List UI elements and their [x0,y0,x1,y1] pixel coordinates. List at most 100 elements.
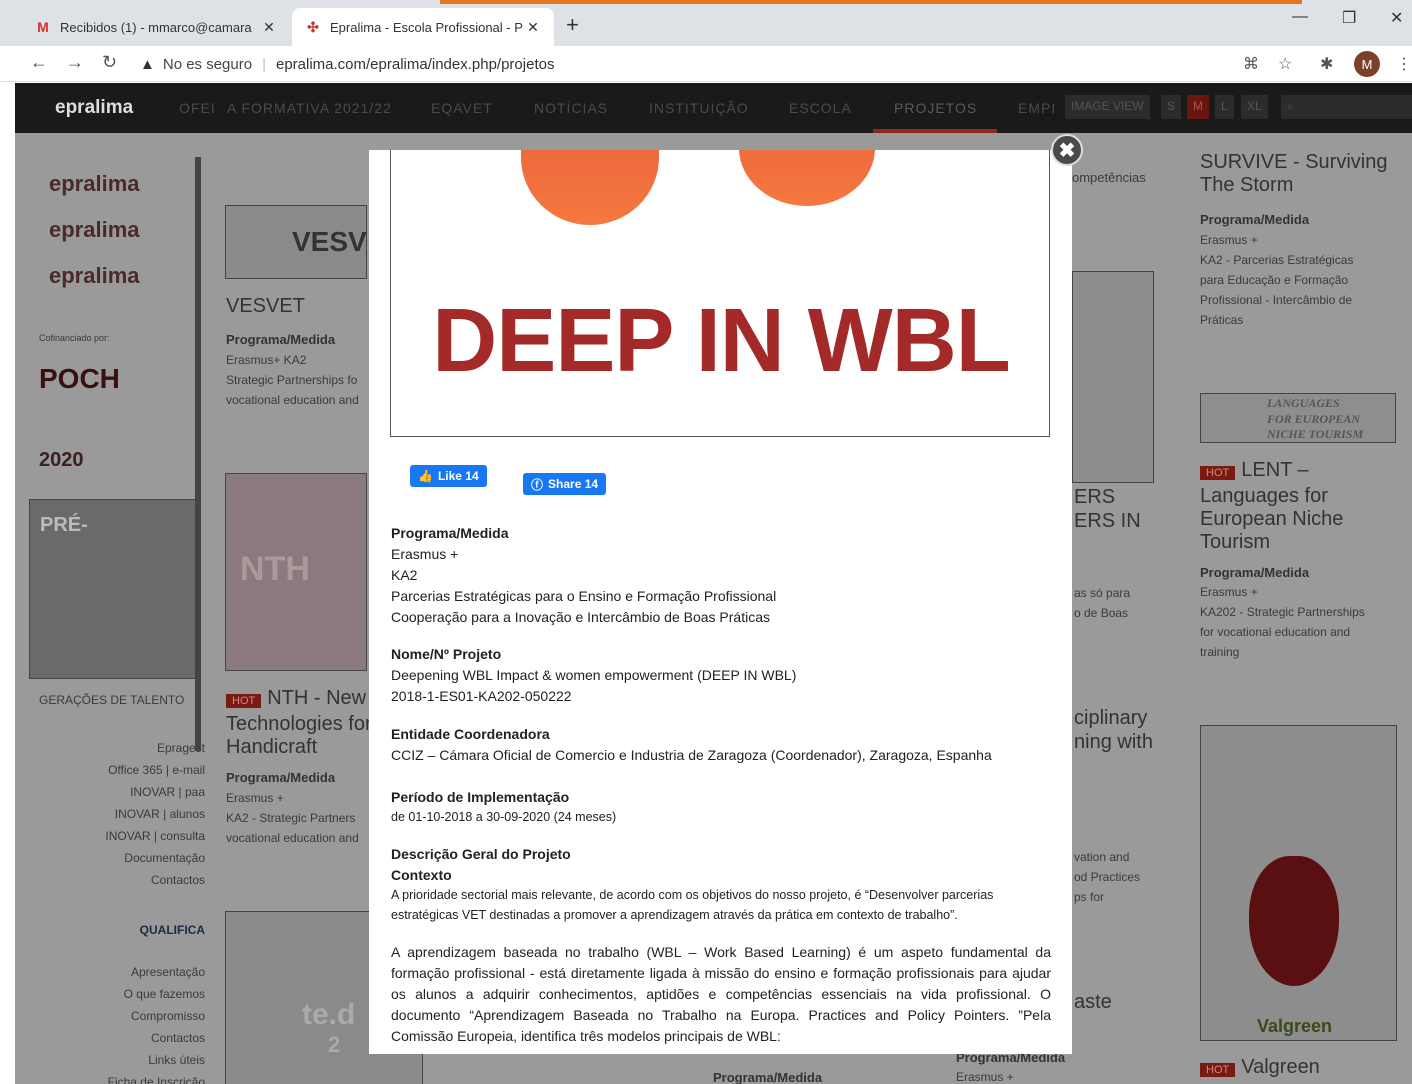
link-contactos-b[interactable]: Contactos [151,1031,205,1045]
size-m-button[interactable]: M [1187,95,1209,119]
bottom-programa: Programa/Medida [713,1070,823,1084]
nth-programa: Programa/Medida [226,770,336,785]
lent-title[interactable]: HOT LENT – Languages for European Niche T… [1200,459,1396,554]
nth-image[interactable]: NTH [225,473,367,671]
close-icon[interactable]: ✕ [524,19,542,36]
mid-waste[interactable]: aste [1074,991,1112,1014]
nav-oferta-formativa[interactable]: A FORMATIVA 2021/22 [227,100,392,116]
nav-eqavet[interactable]: EQAVET [431,100,493,116]
programa-heading: Programa/Medida [391,525,509,541]
valgreen-image[interactable]: Valgreen [1200,725,1397,1041]
restore-icon[interactable]: ❐ [1342,8,1356,28]
fb-like-button[interactable]: 👍 Like 14 [410,465,487,487]
active-nav-underline [873,129,997,133]
nav-instituicao[interactable]: INSTITUIÇÃO [649,100,749,116]
hero-title: DEEP IN WBL [432,291,1010,391]
warning-icon: ▲ [140,55,155,73]
mid-image[interactable] [1072,271,1154,483]
link-ficha-inscricao[interactable]: Ficha de Inscrição [108,1075,205,1084]
entidade-line: CCIZ – Cámara Oficial de Comercio e Indu… [391,747,992,763]
minimize-icon[interactable]: — [1292,8,1308,26]
contexto-heading: Contexto [391,867,452,883]
survive-title[interactable]: SURVIVE - Surviving The Storm [1200,151,1396,197]
browser-tabstrip: M Recibidos (1) - mmarco@camara ✕ ✣ Epra… [0,0,1412,46]
size-s-button[interactable]: S [1161,95,1182,119]
nav-empresas[interactable]: EMPI [1018,100,1056,116]
link-compromisso[interactable]: Compromisso [131,1009,205,1023]
tab-title: Epralima - Escola Profissional - P [330,19,523,35]
nth-line: KA2 - Strategic Partners [226,811,356,825]
nth-title-b: Technologies for [226,713,372,735]
size-xl-button[interactable]: XL [1241,95,1268,119]
search-icon[interactable]: ⌕ [1281,95,1412,119]
nav-projetos[interactable]: PROJETOS [894,100,977,116]
mid-cipl-b[interactable]: ning with [1074,731,1153,754]
site-logo[interactable]: epralima [55,97,133,119]
nth-line: vocational education and [226,831,359,845]
brand-logo[interactable]: epralima [49,217,140,243]
programa-line: KA2 [391,567,418,583]
vesvet-title[interactable]: VESVET [226,295,305,318]
programa-line: Cooperação para a Inovação e Intercâmbio… [391,609,771,625]
reload-icon[interactable]: ↻ [102,52,117,73]
link-o-que-fazemos[interactable]: O que fazemos [124,987,205,1001]
tab-gmail[interactable]: M Recibidos (1) - mmarco@camara ✕ [22,8,290,46]
lent-banner[interactable]: LANGUAGES FOR EUROPEAN NICHE TOURISM [1200,393,1396,443]
link-documentacao[interactable]: Documentação [124,851,205,865]
nome-line: 2018-1-ES01-KA202-050222 [391,688,572,704]
sidebar-scrollbar[interactable] [195,157,201,751]
star-icon[interactable]: ☆ [1278,54,1292,74]
lent-line: KA202 - Strategic Partnerships [1200,605,1365,619]
project-hero-image: DEEP IN WBL [390,150,1050,437]
geracoes-label[interactable]: GERAÇÕES DE TALENTO [39,693,184,707]
extensions-icon[interactable]: ✱ [1320,54,1333,74]
pre-label: PRÉ- [40,514,88,536]
tab-epralima[interactable]: ✣ Epralima - Escola Profissional - P ✕ [292,8,554,46]
image-view-button[interactable]: IMAGE VIEW [1065,95,1150,119]
close-window-icon[interactable]: ✕ [1390,8,1403,28]
brand-logo[interactable]: epralima [49,263,140,289]
link-contactos[interactable]: Contactos [151,873,205,887]
valgreen-title[interactable]: HOT Valgreen [1200,1056,1320,1079]
ted-text: te.d [302,998,356,1031]
forward-icon[interactable]: → [66,52,84,73]
mid-cipl-a[interactable]: ciplinary [1074,707,1147,730]
url-text: epralima.com/epralima/index.php/projetos [275,55,555,73]
nth-title[interactable]: HOT NTH - New Technologies for Handicraft [226,687,372,759]
avatar[interactable]: M [1354,51,1380,77]
nome-line: Deepening WBL Impact & women empowerment… [391,667,797,683]
nav-escola[interactable]: ESCOLA [789,100,852,116]
poch-logo[interactable]: POCH [39,363,120,395]
link-inovar-paa[interactable]: INOVAR | paa [130,785,205,799]
modal-close-button[interactable]: ✖ [1051,134,1083,166]
vesvet-programa: Programa/Medida [226,332,336,347]
link-inovar-consulta[interactable]: INOVAR | consulta [105,829,205,843]
back-icon[interactable]: ← [30,52,48,73]
link-links-uteis[interactable]: Links úteis [148,1053,205,1067]
nav-oferta[interactable]: OFEI [179,100,216,116]
nav-noticias[interactable]: NOTÍCIAS [534,100,608,116]
mid-ers-b[interactable]: ERS IN [1074,510,1141,533]
menu-icon[interactable]: ⋮ [1396,54,1412,74]
programa-line: Parcerias Estratégicas para o Ensino e F… [391,588,777,604]
address-bar[interactable]: ▲ No es seguro | epralima.com/epralima/i… [140,51,554,77]
new-tab-button[interactable]: + [566,12,579,38]
mid-ers-a[interactable]: ERS [1074,486,1115,509]
hot-badge: HOT [1200,1063,1236,1077]
tab-accent-line [440,0,1302,4]
mid-competencias: ompetências [1072,170,1146,185]
pre-inscricoes-banner[interactable]: PRÉ- [29,499,199,679]
size-l-button[interactable]: L [1215,95,1234,119]
portugal-2020-logo[interactable]: 2020 [39,449,84,472]
translate-icon[interactable]: ⌘ [1243,54,1259,74]
link-apresentacao[interactable]: Apresentação [131,965,205,979]
vesvet-logo[interactable]: VESV [225,205,367,279]
survive-line: Erasmus + [1200,233,1258,247]
close-icon[interactable]: ✕ [260,19,278,36]
link-office[interactable]: Office 365 | e-mail [108,763,205,777]
fb-share-button[interactable]: ⓕ Share 14 [523,473,607,495]
link-inovar-alunos[interactable]: INOVAR | alunos [115,807,205,821]
survive-programa: Programa/Medida [1200,212,1310,227]
brand-logo[interactable]: epralima [49,171,140,197]
qualifica-logo[interactable]: QUALIFICA [140,923,205,937]
